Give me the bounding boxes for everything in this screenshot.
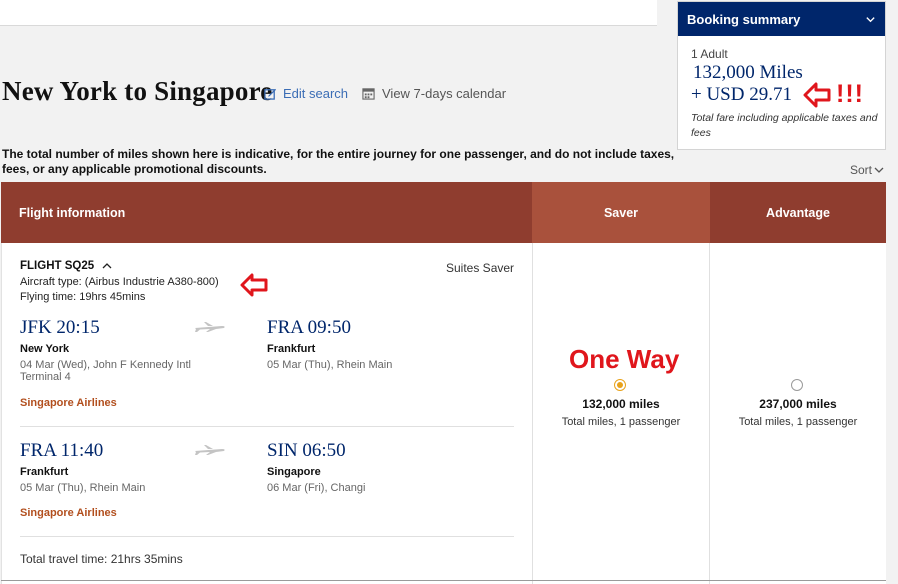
edit-search-label: Edit search — [283, 86, 349, 101]
annotation-arrow-icon — [240, 273, 268, 297]
booking-summary-header[interactable]: Booking summary — [678, 2, 885, 36]
divider — [709, 243, 710, 584]
divider — [1, 580, 886, 581]
cabin-class: Suites Saver — [446, 261, 515, 275]
saver-miles-note: Total miles, 1 passenger — [561, 416, 681, 428]
segment-1-departure-city: New York — [20, 343, 70, 355]
segment-1-arrival-city: Frankfurt — [267, 343, 316, 355]
saver-miles: 132,000 miles — [582, 397, 660, 411]
results-table-header: Flight information Saver Advantage — [1, 182, 886, 243]
booking-summary-panel: Booking summary 1 Adult 132,000 Miles + … — [677, 1, 886, 150]
segment-2-arrival-detail: 06 Mar (Fri), Changi — [267, 482, 366, 494]
advantage-miles: 237,000 miles — [759, 397, 837, 411]
annotation-one-way: One Way — [569, 344, 680, 374]
col-flight-information: Flight information — [1, 182, 532, 243]
segment-1-airline: Singapore Airlines — [20, 397, 117, 409]
segment-2-arrival-city: Singapore — [267, 466, 321, 478]
annotation-exclaim: !!! — [836, 80, 864, 108]
chevron-down-icon — [866, 16, 875, 22]
sort-dropdown[interactable]: Sort — [850, 163, 884, 177]
top-panel — [0, 0, 657, 26]
flying-time: Flying time: 19hrs 45mins — [20, 291, 146, 303]
airplane-icon — [195, 445, 225, 455]
view-calendar-link[interactable]: View 7-days calendar — [362, 86, 506, 101]
segment-1-arrival-time: FRA 09:50 — [267, 317, 351, 338]
chevron-up-icon — [102, 263, 112, 269]
flight-number-toggle[interactable]: FLIGHT SQ25 — [20, 260, 112, 272]
view-calendar-label: View 7-days calendar — [382, 86, 507, 101]
booking-summary-title: Booking summary — [687, 11, 801, 27]
flight-number: FLIGHT SQ25 — [20, 260, 95, 272]
page-title: New York to Singapore — [2, 76, 273, 106]
col-advantage[interactable]: Advantage — [710, 182, 886, 243]
annotation-arrow-icon — [803, 82, 831, 108]
aircraft-type: Aircraft type: (Airbus Industrie A380-80… — [20, 276, 219, 288]
segment-1-arrival-detail: 05 Mar (Thu), Rhein Main — [267, 359, 393, 371]
divider — [532, 243, 533, 584]
chevron-down-icon — [874, 167, 884, 173]
segment-1-departure-time: JFK 20:15 — [20, 317, 100, 338]
total-miles: 132,000 Miles — [693, 62, 803, 83]
segment-2-arrival-time: SIN 06:50 — [267, 440, 346, 461]
fare-note: Total fare including applicable taxes an… — [691, 112, 878, 139]
segment-1-departure-detail: 04 Mar (Wed), John F Kennedy Intl — [20, 359, 191, 371]
segment-2-departure-time: FRA 11:40 — [20, 440, 104, 461]
airplane-icon — [195, 322, 225, 332]
segment-1-terminal: Terminal 4 — [20, 371, 71, 383]
segment-2-departure-city: Frankfurt — [20, 466, 69, 478]
edit-search-link[interactable]: Edit search — [264, 86, 348, 101]
advantage-miles-note: Total miles, 1 passenger — [738, 416, 858, 428]
divider — [20, 536, 514, 537]
flight-result-row: FLIGHT SQ25 Suites Saver Aircraft type: … — [1, 243, 886, 584]
miles-disclaimer: The total number of miles shown here is … — [2, 147, 675, 176]
divider — [20, 426, 514, 427]
calendar-icon — [362, 88, 375, 100]
passenger-count: 1 Adult — [691, 47, 728, 61]
advantage-fare-radio[interactable] — [791, 379, 803, 391]
segment-2-departure-detail: 05 Mar (Thu), Rhein Main — [20, 482, 146, 494]
col-saver[interactable]: Saver — [532, 182, 710, 243]
total-travel-time: Total travel time: 21hrs 35mins — [20, 552, 183, 566]
edit-icon — [264, 88, 277, 100]
sort-label: Sort — [850, 163, 873, 177]
saver-fare-radio[interactable] — [614, 379, 626, 391]
total-usd: + USD 29.71 — [691, 84, 792, 105]
segment-2-airline: Singapore Airlines — [20, 507, 117, 519]
